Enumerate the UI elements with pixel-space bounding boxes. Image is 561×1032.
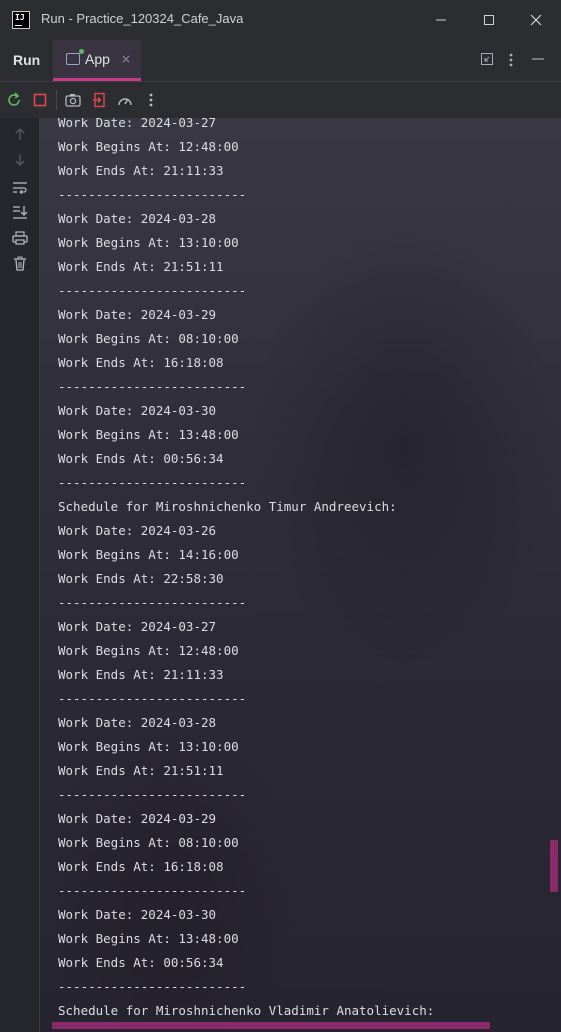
console-line: Work Date: 2024-03-29 (58, 811, 217, 826)
console-line: Work Begins At: 13:48:00 (58, 427, 239, 442)
console-line: Work Ends At: 22:58:30 (58, 571, 224, 586)
console-line: Work Date: 2024-03-27 (58, 118, 217, 130)
console-line: Work Begins At: 12:48:00 (58, 643, 239, 658)
close-icon[interactable] (513, 0, 559, 40)
console-line: Work Begins At: 14:16:00 (58, 547, 239, 562)
console-line: ------------------------- (58, 883, 247, 898)
console-line: Work Begins At: 08:10:00 (58, 331, 239, 346)
console-line: ------------------------- (58, 379, 247, 394)
window-title: Run - Practice_120324_Cafe_Java (41, 11, 244, 26)
console-line: Work Ends At: 21:11:33 (58, 667, 224, 682)
console-line: Work Date: 2024-03-30 (58, 403, 217, 418)
console-line: Schedule for Miroshnichenko Timur Andree… (58, 499, 397, 514)
vertical-scrollbar[interactable] (548, 118, 561, 1032)
console-line: ------------------------- (58, 691, 247, 706)
console-line: Work Ends At: 00:56:34 (58, 451, 224, 466)
console-line: Work Begins At: 13:48:00 (58, 931, 239, 946)
console-line: Work Ends At: 21:11:33 (58, 163, 224, 178)
application-icon (66, 49, 84, 65)
console-line: ------------------------- (58, 475, 247, 490)
soft-wrap-icon[interactable] (11, 178, 29, 196)
scroll-to-end-icon[interactable] (11, 203, 29, 221)
console-line: Work Begins At: 08:10:00 (58, 835, 239, 850)
console-line: Work Date: 2024-03-27 (58, 619, 217, 634)
intellij-logo-icon: IJ (12, 11, 30, 29)
hide-panel-icon[interactable] (531, 52, 545, 70)
arrow-up-icon[interactable] (11, 125, 29, 143)
speedometer-icon[interactable] (116, 91, 134, 109)
tab-close-icon[interactable]: × (121, 52, 131, 66)
minimize-icon[interactable] (418, 0, 464, 40)
toolbar-separator (56, 90, 57, 110)
console-line: Work Ends At: 21:51:11 (58, 763, 224, 778)
run-toolbar (0, 82, 561, 118)
rerun-icon[interactable] (5, 91, 23, 109)
restore-layout-icon[interactable] (480, 52, 494, 70)
run-tool-window-header: Run App × (0, 40, 561, 82)
console-output[interactable]: Work Date: 2024-03-27 Work Begins At: 12:… (40, 118, 561, 1032)
console-line: ------------------------- (58, 283, 247, 298)
console-line: Work Date: 2024-03-28 (58, 211, 217, 226)
console-line: Work Begins At: 13:10:00 (58, 235, 239, 250)
camera-icon[interactable] (64, 91, 82, 109)
console-line: ------------------------- (58, 595, 247, 610)
console-sidebar (0, 118, 40, 1032)
tool-window-title: Run (13, 52, 41, 68)
console-line: ------------------------- (58, 787, 247, 802)
horizontal-scrollbar-thumb[interactable] (52, 1022, 490, 1029)
console-line: Work Begins At: 12:48:00 (58, 139, 239, 154)
stop-icon[interactable] (31, 91, 49, 109)
console-line: ------------------------- (58, 187, 247, 202)
tab-app-label: App (85, 51, 110, 67)
arrow-down-icon[interactable] (11, 151, 29, 169)
console-lines: Work Date: 2024-03-27 Work Begins At: 12:… (58, 118, 434, 1023)
console-line: Work Date: 2024-03-30 (58, 907, 217, 922)
console-line: Schedule for Miroshnichenko Vladimir Ana… (58, 1003, 435, 1018)
options-menu-icon[interactable] (508, 52, 514, 72)
console-line: Work Date: 2024-03-26 (58, 523, 217, 538)
vertical-scrollbar-thumb[interactable] (550, 840, 558, 892)
console-line: Work Ends At: 00:56:34 (58, 955, 224, 970)
maximize-icon[interactable] (466, 0, 512, 40)
console-line: Work Ends At: 16:18:08 (58, 355, 224, 370)
console-line: Work Begins At: 13:10:00 (58, 739, 239, 754)
trash-icon[interactable] (11, 255, 29, 273)
print-icon[interactable] (11, 229, 29, 247)
exit-icon[interactable] (91, 91, 109, 109)
console-line: Work Ends At: 16:18:08 (58, 859, 224, 874)
console-line: Work Date: 2024-03-29 (58, 307, 217, 322)
console-line: Work Date: 2024-03-28 (58, 715, 217, 730)
console-line: ------------------------- (58, 979, 247, 994)
title-bar: IJ Run - Practice_120324_Cafe_Java (0, 0, 561, 40)
tab-app[interactable]: App × (53, 40, 141, 81)
console-line: Work Ends At: 21:51:11 (58, 259, 224, 274)
more-vertical-icon[interactable] (142, 91, 160, 109)
